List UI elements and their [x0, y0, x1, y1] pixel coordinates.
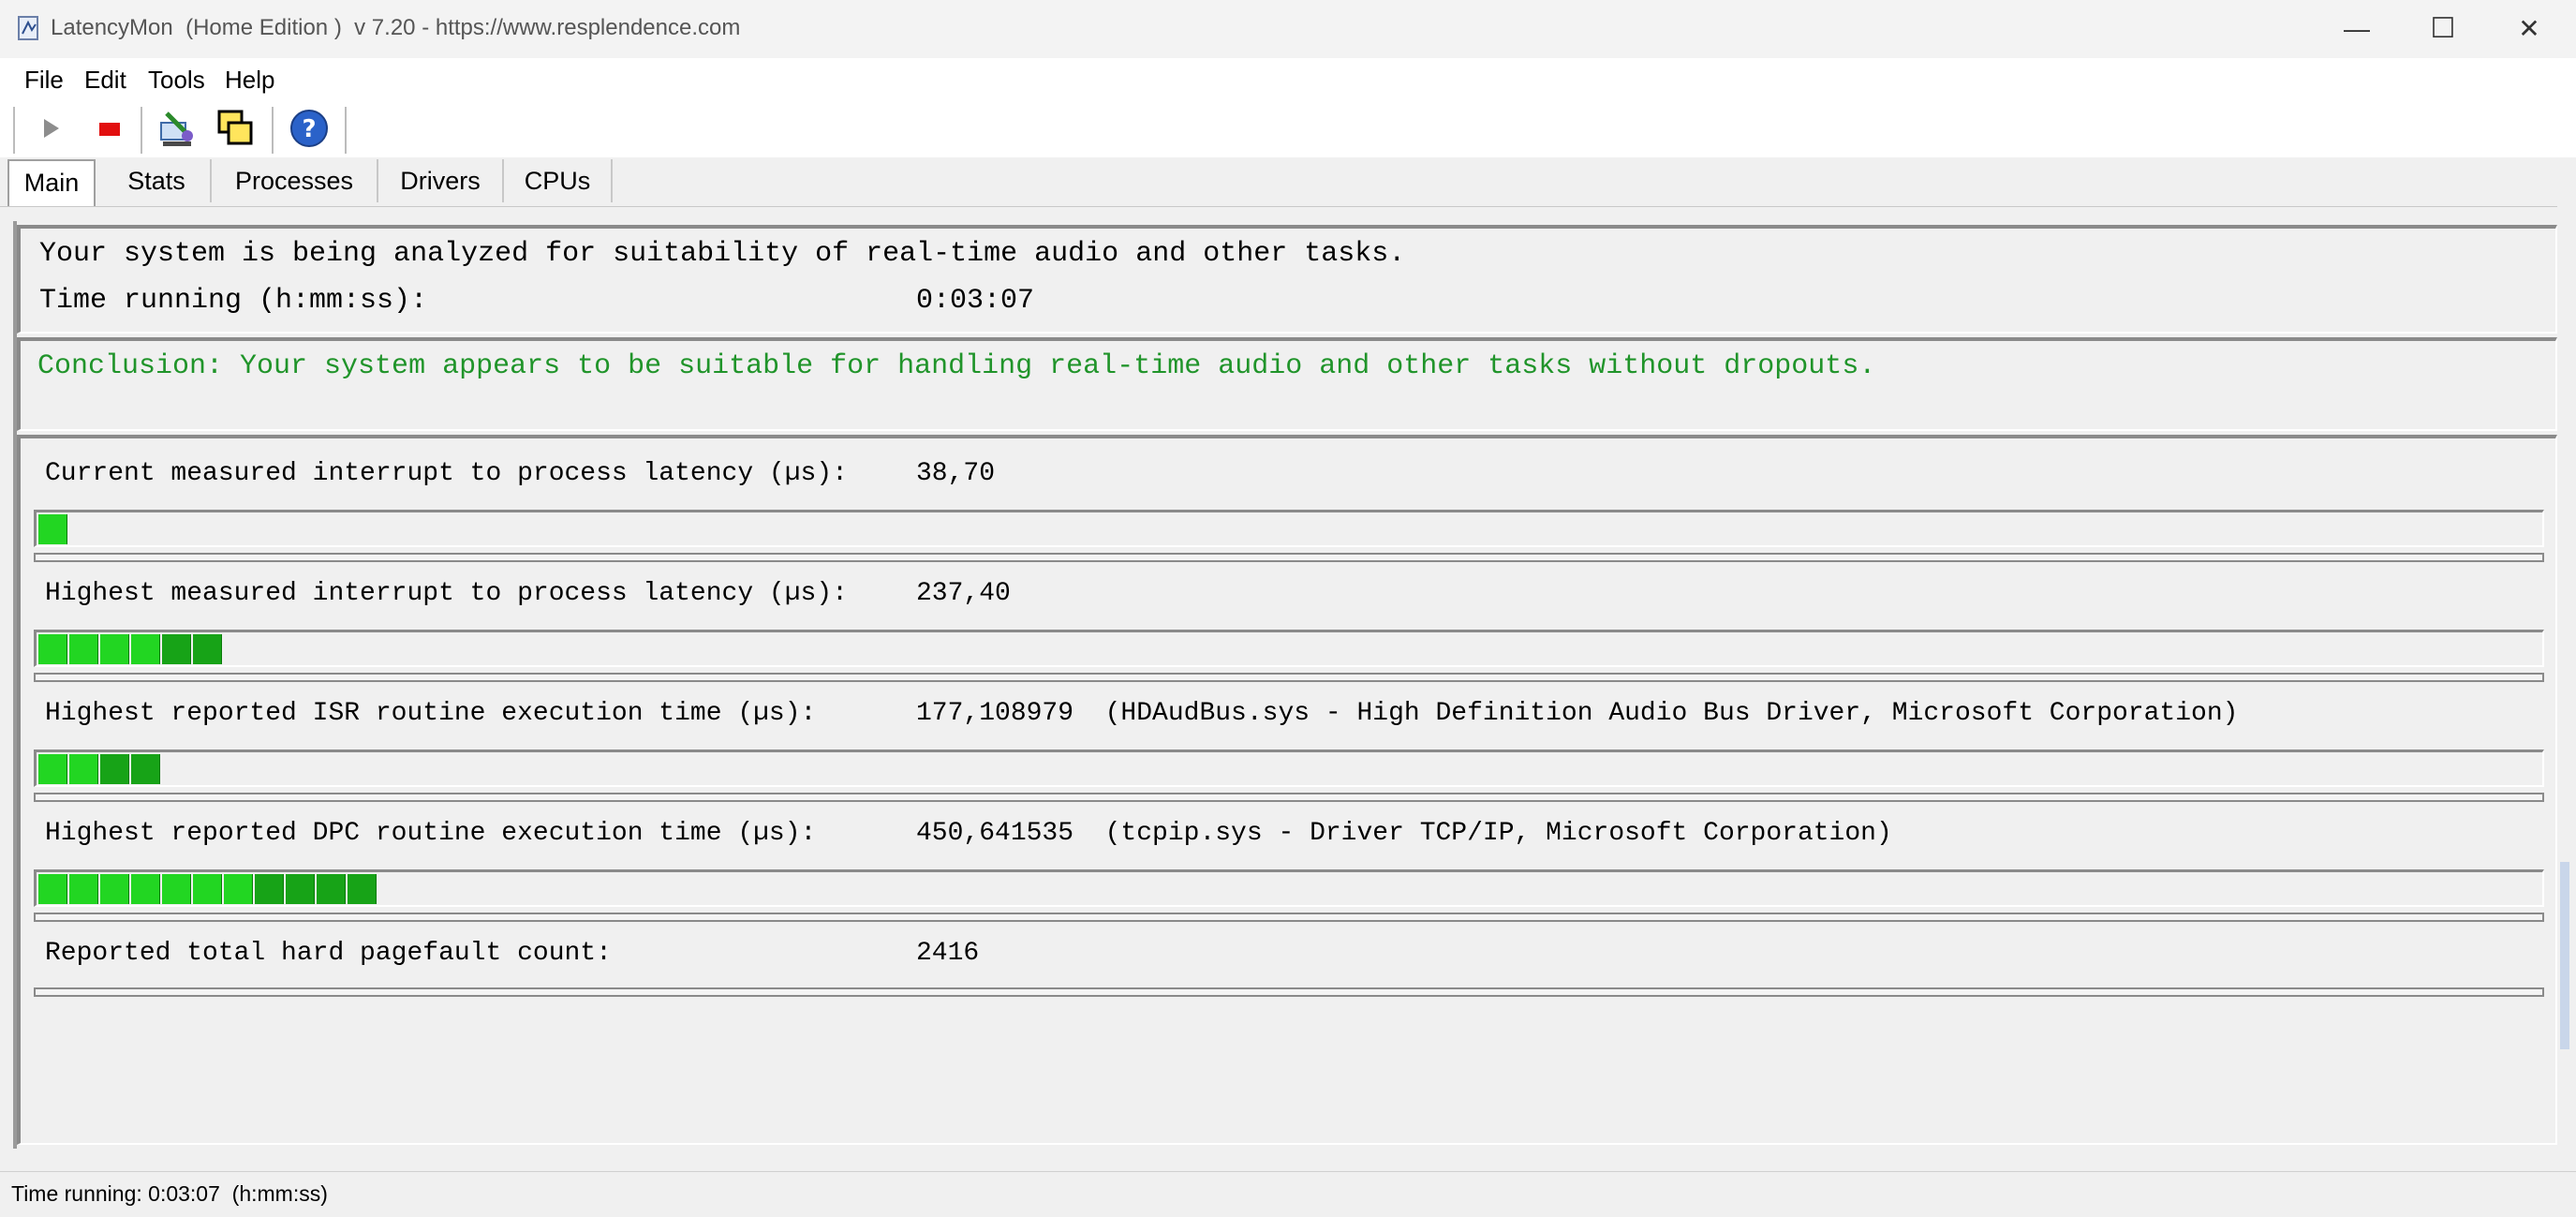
menu-file[interactable]: File: [24, 66, 64, 95]
analysis-text: Your system is being analyzed for suitab…: [39, 238, 1406, 270]
metric-underline: [34, 553, 2544, 562]
toolbar-separator: [272, 107, 274, 154]
bar-segment: [38, 874, 67, 904]
bar-fill: [38, 634, 222, 664]
toolbar-separator: [345, 107, 347, 154]
menu-edit[interactable]: Edit: [84, 66, 126, 95]
tab-processes[interactable]: Processes: [212, 159, 378, 202]
metric-value: 2416: [916, 939, 980, 968]
title-bar: LatencyMon (Home Edition ) v 7.20 - http…: [0, 0, 2576, 58]
bar-segment: [100, 634, 129, 664]
metric-underline: [34, 987, 2544, 997]
bar-segment: [100, 754, 129, 784]
tab-stats-label: Stats: [127, 167, 185, 195]
metric-underline: [34, 793, 2544, 802]
bar-segment: [348, 874, 377, 904]
metric-underline: [34, 913, 2544, 922]
metrics-box: Current measured interrupt to process la…: [17, 435, 2557, 1145]
maximize-button[interactable]: ☐: [2400, 0, 2486, 58]
bar-segment: [131, 634, 160, 664]
tab-bar: Main Stats Processes Drivers CPUs: [0, 157, 2576, 207]
bar-segment: [286, 874, 315, 904]
windows-button[interactable]: [214, 107, 259, 150]
start-button[interactable]: [28, 107, 73, 150]
stop-button[interactable]: [86, 107, 131, 150]
tab-main-label: Main: [23, 169, 80, 197]
status-text: Time running: 0:03:07 (h:mm:ss): [11, 1181, 328, 1206]
metric-value: 237,40: [916, 579, 1011, 608]
tab-cpus-label: CPUs: [524, 167, 591, 195]
metric-bar: [34, 630, 2544, 667]
tab-cpus[interactable]: CPUs: [504, 159, 613, 202]
metric-value: 450,641535 (tcpip.sys - Driver TCP/IP, M…: [916, 819, 1892, 848]
metric-label: Current measured interrupt to process la…: [45, 459, 848, 488]
bar-segment: [69, 874, 98, 904]
bar-segment: [38, 634, 67, 664]
bar-fill: [38, 874, 377, 904]
metric-value: 38,70: [916, 459, 996, 488]
windows-icon: [217, 110, 253, 145]
play-icon: [44, 119, 59, 138]
bar-segment: [193, 634, 222, 664]
metric-label: Highest measured interrupt to process la…: [45, 579, 848, 608]
bar-segment: [100, 874, 129, 904]
stop-icon: [99, 123, 120, 136]
conclusion-box: Conclusion: Your system appears to be su…: [17, 337, 2557, 431]
metric-bar: [34, 869, 2544, 907]
bar-fill: [38, 754, 160, 784]
metric-bar: [34, 749, 2544, 787]
toolbar-grip: [13, 107, 15, 154]
metric-bar: [34, 510, 2544, 547]
toolbar-separator: [141, 107, 142, 154]
conclusion-text: Conclusion: Your system appears to be su…: [37, 350, 1876, 382]
bar-segment: [317, 874, 346, 904]
help-button[interactable]: ?: [287, 107, 332, 150]
tab-stats[interactable]: Stats: [103, 159, 212, 202]
window-title: LatencyMon (Home Edition ) v 7.20 - http…: [51, 15, 741, 40]
menu-bar: File Edit Tools Help: [0, 58, 2576, 100]
toolbar: ?: [0, 99, 2576, 158]
menu-help[interactable]: Help: [225, 66, 274, 95]
metric-label: Reported total hard pagefault count:: [45, 939, 612, 968]
bar-segment: [38, 754, 67, 784]
bar-segment: [162, 634, 191, 664]
tab-drivers-label: Drivers: [400, 167, 481, 195]
metric-value: 177,108979 (HDAudBus.sys - High Definiti…: [916, 699, 2239, 728]
bar-segment: [69, 754, 98, 784]
minimize-button[interactable]: —: [2314, 0, 2400, 58]
settings-icon: [160, 111, 193, 146]
tab-processes-label: Processes: [234, 167, 354, 195]
scrollbar-thumb[interactable]: [2560, 862, 2569, 1049]
app-icon: [18, 16, 38, 40]
settings-button[interactable]: [155, 107, 200, 150]
bar-segment: [131, 754, 160, 784]
metric-label: Highest reported DPC routine execution t…: [45, 819, 817, 848]
bar-fill: [38, 514, 67, 544]
bar-segment: [38, 514, 67, 544]
bar-segment: [69, 634, 98, 664]
metric-label: Highest reported ISR routine execution t…: [45, 699, 817, 728]
time-running-value: 0:03:07: [916, 285, 1035, 317]
bar-segment: [162, 874, 191, 904]
help-icon: ?: [290, 110, 328, 147]
menu-tools[interactable]: Tools: [148, 66, 205, 95]
bar-segment: [255, 874, 284, 904]
tab-main[interactable]: Main: [7, 159, 96, 206]
svg-text:?: ?: [302, 115, 316, 143]
analysis-box: Your system is being analyzed for suitab…: [17, 225, 2557, 334]
status-bar: Time running: 0:03:07 (h:mm:ss): [0, 1171, 2576, 1217]
metric-underline: [34, 673, 2544, 682]
bar-segment: [193, 874, 222, 904]
time-running-label: Time running (h:mm:ss):: [39, 285, 428, 317]
tab-drivers[interactable]: Drivers: [378, 159, 504, 202]
bar-segment: [224, 874, 253, 904]
close-button[interactable]: ✕: [2486, 0, 2572, 58]
bar-segment: [131, 874, 160, 904]
